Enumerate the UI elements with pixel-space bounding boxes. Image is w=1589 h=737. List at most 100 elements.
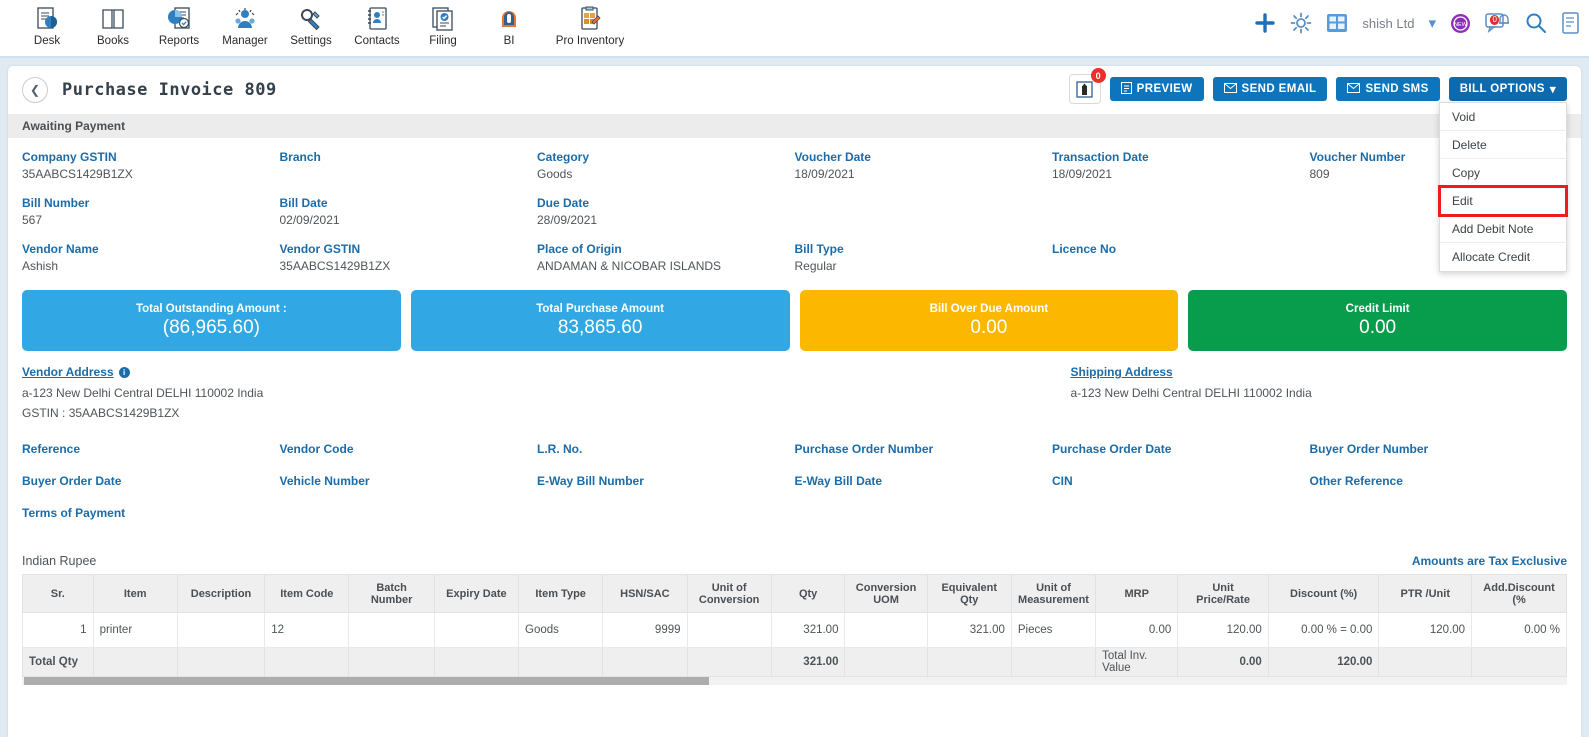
summary-card-title: Total Purchase Amount [536,302,665,315]
new-badge-icon[interactable]: NEW [1450,13,1471,34]
field-value: 02/09/2021 [279,213,340,227]
back-button[interactable]: ❮ [22,77,48,103]
total-blank-6 [518,647,604,677]
search-icon[interactable] [1525,12,1547,34]
nav-item-filing[interactable]: Filing [410,0,476,47]
col-item-type[interactable]: Item Type [518,574,604,613]
col-hsn-sac[interactable]: HSN/SAC [602,574,688,613]
nav-item-label: Reports [158,35,200,47]
col-expiry-date[interactable]: Expiry Date [433,574,520,613]
document-list-icon[interactable] [1561,12,1581,34]
field-terms-of-payment: Terms of Payment [22,506,280,538]
field-bill-date: Bill Date 02/09/2021 [280,196,538,242]
col-description[interactable]: Description [176,574,266,613]
field-empty-5 [280,506,538,538]
field-row-1: Company GSTIN 35AABCS1429B1ZX Branch Cat… [8,150,1581,196]
nav-item-contacts[interactable]: Contacts [344,0,410,47]
field-label: L.R. No. [537,442,583,456]
field-label: Bill Date [279,196,328,210]
col-add-discount[interactable]: Add.Discount (% [1471,574,1567,613]
table-horizontal-scrollbar[interactable] [22,677,1567,685]
col-batch-number[interactable]: Batch Number [348,574,435,613]
col-discount[interactable]: Discount (%) [1267,574,1380,613]
col-item[interactable]: Item [92,574,178,613]
col-equivalent-qty[interactable]: Equivalent Qty [926,574,1012,613]
col-unit-of-conversion[interactable]: Unit of Conversion [686,574,772,613]
field-company-gstin: Company GSTIN 35AABCS1429B1ZX [22,150,280,196]
nav-item-pro-inventory[interactable]: Pro Inventory [542,0,638,47]
col-ptr-unit[interactable]: PTR /Unit [1378,574,1473,613]
dropdown-item-void[interactable]: Void [1440,103,1566,131]
company-name-label[interactable]: shish Ltd [1362,16,1414,31]
gear-icon[interactable] [1290,12,1312,34]
nav-item-label: Pro Inventory [555,35,625,47]
col-conversion-uom[interactable]: Conversion UOM [844,574,928,613]
nav-item-manager[interactable]: Manager [212,0,278,47]
cell-item[interactable]: printer [92,612,178,648]
field-value: 28/09/2021 [537,213,598,227]
dropdown-item-add-debit-note[interactable]: Add Debit Note [1440,215,1566,243]
field-value: Regular [794,259,837,273]
vendor-address-title[interactable]: Vendor Address i [22,365,795,379]
field-vendor-code: Vendor Code [280,442,538,474]
field-label: Transaction Date [1052,150,1149,164]
info-icon[interactable]: i [118,366,130,378]
nav-item-bi[interactable]: BI [476,0,542,47]
preview-button[interactable]: PREVIEW [1109,77,1204,101]
shipping-address-block: Shipping Address a-123 New Delhi Central… [795,365,1568,426]
add-plus-icon[interactable] [1254,12,1276,34]
reference-fields: Reference Vendor Code L.R. No. Purchase … [8,426,1581,538]
summary-card-title: Bill Over Due Amount [929,302,1049,315]
dropdown-item-delete[interactable]: Delete [1440,131,1566,159]
field-label: Licence No [1052,242,1117,256]
cell-qty: 321.00 [770,612,846,648]
currency-label: Indian Rupee [22,554,97,568]
nav-item-settings[interactable]: Settings [278,0,344,47]
settings-icon [298,4,324,34]
nav-item-label: Contacts [354,35,400,47]
notifications-bell-icon[interactable]: 0 [1485,12,1511,34]
total-blank-9 [844,647,928,677]
chevron-down-icon[interactable]: ▾ [1428,14,1436,32]
total-mrp-value: 0.00 [1177,647,1269,677]
summary-card-total-purchase: Total Purchase Amount 83,865.60 [410,290,790,351]
nav-item-label: Filing [429,35,457,47]
vendor-gstin-label: GSTIN : [22,406,66,420]
pro-inventory-icon [577,4,603,34]
cell-hsn-sac: 9999 [602,612,688,648]
dropdown-item-copy[interactable]: Copy [1440,159,1566,187]
tax-exclusive-note: Amounts are Tax Exclusive [1411,554,1567,568]
field-purchase-order-number: Purchase Order Number [795,442,1053,474]
vendor-gstin-line: GSTIN : 35AABCS1429B1ZX [22,406,795,420]
dropdown-item-edit[interactable]: Edit [1438,185,1568,217]
col-item-code[interactable]: Item Code [264,574,350,613]
dropdown-item-allocate-credit[interactable]: Allocate Credit [1440,243,1566,271]
envelope-icon [1223,82,1237,96]
field-bill-type: Bill Type Regular [795,242,1053,288]
total-blank-5 [433,647,520,677]
scrollbar-thumb[interactable] [24,677,709,685]
field-label: Due Date [537,196,590,210]
table-row[interactable]: 1 printer 12 Goods 9999 321.00 321.00 Pi… [22,612,1567,648]
field-category: Category Goods [537,150,795,196]
bill-options-button[interactable]: BILL OPTIONS ▾ [1448,77,1567,101]
field-purchase-order-date: Purchase Order Date [1052,442,1310,474]
shipping-address-title[interactable]: Shipping Address [1071,365,1568,379]
col-sr[interactable]: Sr. [22,574,94,613]
field-vendor-name: Vendor Name Ashish [22,242,280,288]
calculator-icon[interactable] [1326,13,1348,33]
col-qty[interactable]: Qty [770,574,846,613]
cell-conversion-uom [844,612,928,648]
nav-item-desk[interactable]: Desk [14,0,80,47]
send-sms-button[interactable]: SEND SMS [1336,77,1440,101]
col-unit-of-measurement[interactable]: Unit of Measurement [1010,574,1097,613]
col-unit-price-rate[interactable]: Unit Price/Rate [1177,574,1269,613]
nav-item-books[interactable]: Books [80,0,146,47]
status-bar: Awaiting Payment [8,114,1581,138]
col-mrp[interactable]: MRP [1095,574,1179,613]
send-email-button[interactable]: SEND EMAIL [1212,77,1328,101]
cell-expiry-date [433,612,520,648]
upload-attachment-button[interactable]: 0 [1068,68,1106,104]
nav-item-reports[interactable]: Reports [146,0,212,47]
nav-item-label: BI [503,35,515,47]
